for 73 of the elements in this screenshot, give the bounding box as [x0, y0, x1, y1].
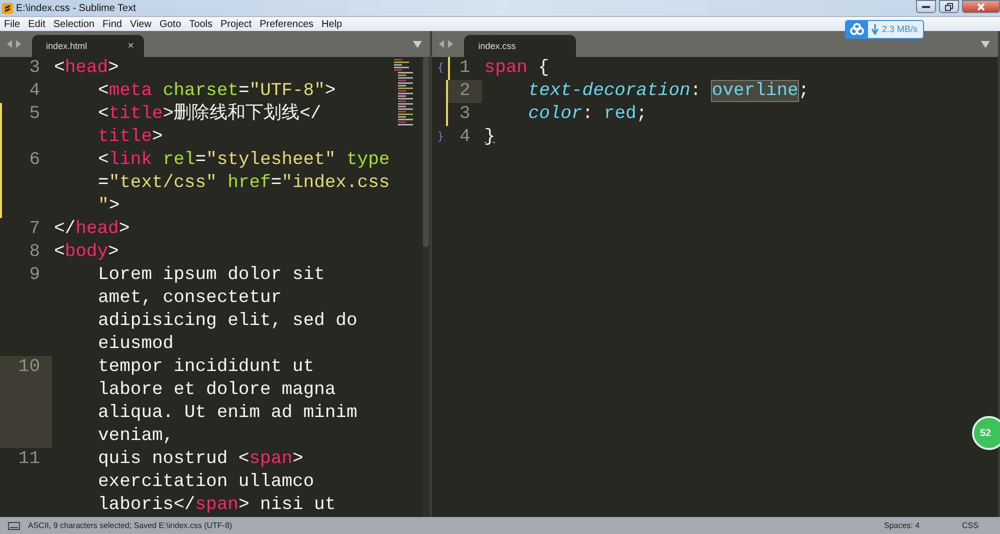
restore-button[interactable] [939, 0, 959, 13]
line-number: 9 [28, 264, 41, 287]
scrollbar[interactable] [422, 57, 430, 517]
menu-item[interactable]: View [126, 18, 156, 30]
dropdown-icon[interactable] [413, 41, 422, 48]
menu-item[interactable]: File [0, 18, 24, 30]
tab-arrows-icon[interactable] [6, 39, 22, 49]
line-number: 3 [28, 57, 41, 80]
file-tab[interactable]: index.html × [32, 35, 144, 57]
menu-item[interactable]: Find [98, 18, 126, 30]
code-line: amet, consectetur [97, 287, 283, 310]
line-number: 2 [446, 80, 482, 103]
code-line: quis nostrud <span> [97, 448, 304, 471]
menu-item[interactable]: Help [318, 18, 346, 30]
close-icon [977, 2, 985, 10]
restore-icon [945, 2, 953, 10]
code-line: <head> [54, 57, 120, 80]
code-line: span { [484, 57, 550, 80]
line-number: 4 [458, 126, 472, 149]
minimize-button[interactable] [916, 0, 936, 13]
code-line: <link rel="stylesheet" type [97, 149, 391, 172]
code-line: eiusmod [97, 333, 175, 356]
line-number: 4 [28, 80, 41, 103]
code-line: </head> [54, 218, 131, 241]
line-number: 11 [17, 448, 41, 471]
line-number: 7 [28, 218, 41, 241]
line-number: 3 [446, 103, 482, 126]
code-line: text-decoration: overline; [527, 80, 810, 103]
line-number: 10 [0, 356, 52, 448]
fold-marker[interactable]: } [437, 130, 444, 144]
indentation-status[interactable]: Spaces: 4 [884, 521, 954, 530]
code-line: <body> [54, 241, 120, 264]
menu-item[interactable]: Preferences [256, 18, 318, 30]
menu-item[interactable]: Goto [155, 18, 186, 30]
code-line: "> [97, 195, 121, 218]
code-line: laboris</span> nisi ut [97, 494, 337, 517]
code-line: <meta charset="UTF-8"> [97, 80, 337, 103]
code-line: color: red; [527, 103, 648, 126]
minimize-icon [922, 5, 930, 8]
code-line: aliqua. Ut enim ad minim [97, 402, 358, 425]
app-logo-icon [2, 2, 13, 14]
menu-item[interactable]: Project [216, 18, 256, 30]
status-message: ASCII, 9 characters selected; Saved E:\index.css (UTF-8) [28, 521, 234, 530]
code-line: tempor incididunt ut [97, 356, 316, 379]
code-line: title> [97, 126, 164, 149]
syntax-status[interactable]: CSS [962, 521, 992, 530]
code-line: <title>删除线和下划线</ [97, 103, 322, 126]
menu-item[interactable]: Edit [24, 18, 50, 30]
tab-arrows-icon[interactable] [438, 39, 454, 49]
code-line: exercitation ullamco [97, 471, 316, 494]
download-arrow-icon [871, 24, 879, 35]
dropdown-icon[interactable] [981, 41, 990, 48]
code-line: } [484, 126, 496, 149]
line-number: 1 [448, 57, 482, 80]
code-line: adipisicing elit, sed do [97, 310, 358, 333]
code-line: Lorem ipsum dolor sit [97, 264, 326, 287]
line-number: 8 [28, 241, 41, 264]
cloud-icon [846, 21, 868, 38]
file-tab[interactable]: index.css [464, 35, 576, 57]
close-icon[interactable]: × [128, 40, 134, 52]
close-button[interactable] [962, 0, 1000, 13]
download-speed: 2.3 MB/s [881, 23, 919, 36]
code-line: labore et dolore magna [97, 379, 337, 402]
window-title: E:\index.css - Sublime Text [16, 2, 137, 14]
panel-icon[interactable] [8, 522, 20, 530]
menu-item[interactable]: Tools [185, 18, 216, 30]
code-line: ="text/css" href="index.css [97, 172, 391, 195]
line-number: 5 [0, 103, 52, 149]
code-line: veniam, [97, 425, 175, 448]
line-number: 6 [0, 149, 52, 218]
fold-marker[interactable]: { [437, 61, 444, 75]
badge-count: 52 [980, 428, 992, 438]
menu-item[interactable]: Selection [49, 18, 98, 30]
